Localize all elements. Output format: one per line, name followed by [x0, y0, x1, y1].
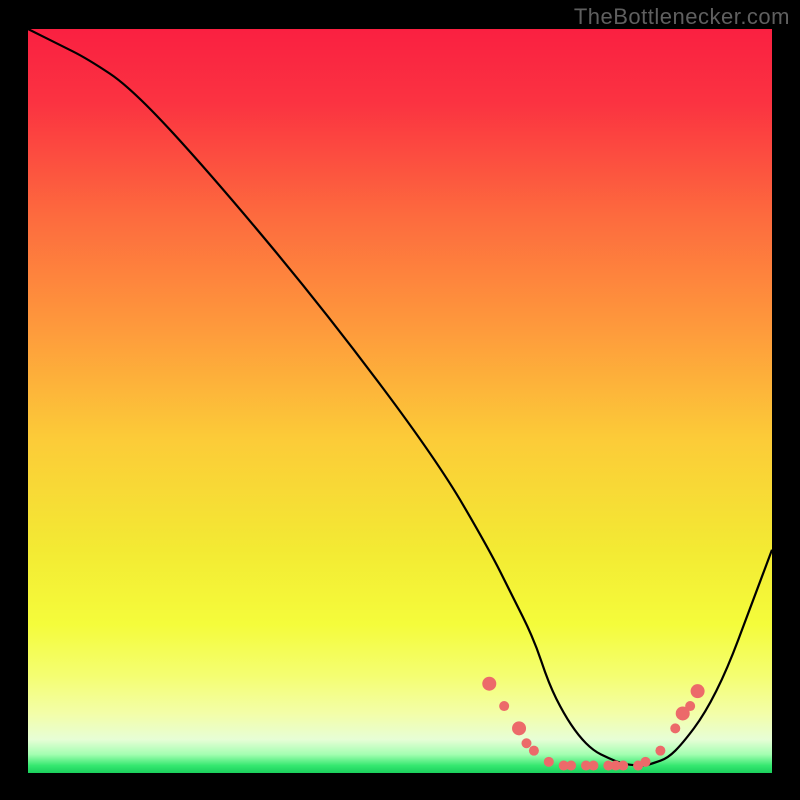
data-point [618, 761, 628, 771]
chart-svg [28, 29, 772, 773]
data-point [670, 723, 680, 733]
data-point [499, 701, 509, 711]
data-point [588, 761, 598, 771]
data-point [482, 677, 496, 691]
chart-frame: TheBottlenecker.com [0, 0, 800, 800]
data-point [529, 746, 539, 756]
data-point [685, 701, 695, 711]
plot-area [28, 29, 772, 773]
data-point [512, 721, 526, 735]
chart-background [28, 29, 772, 773]
data-point [691, 684, 705, 698]
data-point [655, 746, 665, 756]
watermark: TheBottlenecker.com [574, 4, 790, 30]
data-point [566, 761, 576, 771]
data-point [544, 757, 554, 767]
data-point [641, 757, 651, 767]
data-point [521, 738, 531, 748]
